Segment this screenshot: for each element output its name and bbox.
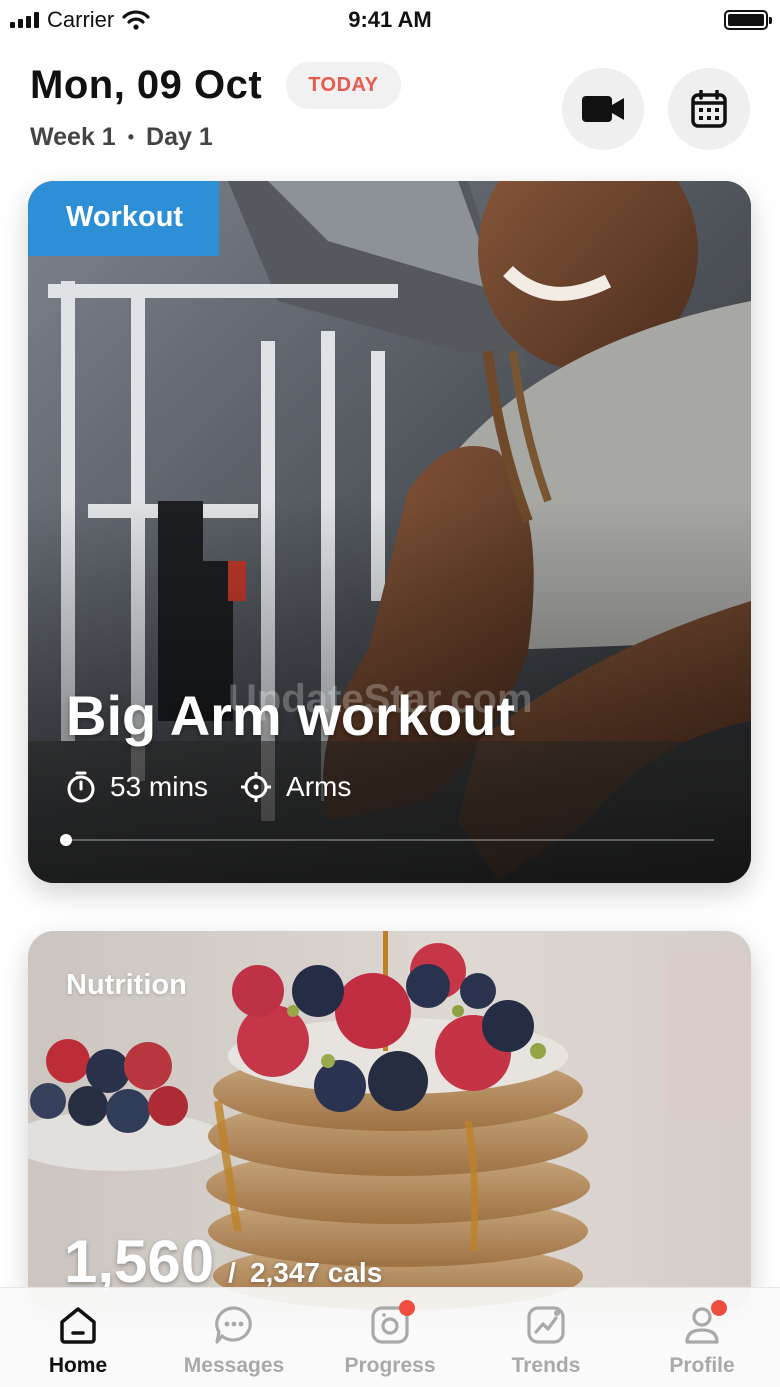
calendar-button[interactable] — [668, 68, 750, 150]
calories-summary: 1,560 / 2,347 cals — [64, 1227, 382, 1296]
week-label: Week 1 — [30, 123, 116, 151]
calories-consumed: 1,560 — [64, 1228, 215, 1295]
tab-messages[interactable]: Messages — [156, 1304, 312, 1378]
target-icon — [241, 772, 272, 802]
notification-dot — [399, 1300, 415, 1316]
day-label: Day 1 — [146, 123, 213, 151]
carrier-label: Carrier — [47, 7, 115, 32]
separator-dot: • — [127, 127, 135, 147]
trends-icon — [527, 1306, 565, 1344]
tab-home-label: Home — [48, 1354, 108, 1377]
nutrition-tag: Nutrition — [66, 969, 187, 1001]
today-badge[interactable]: TODAY — [286, 62, 401, 109]
tab-home[interactable]: Home — [0, 1304, 156, 1378]
workout-title: Big Arm workout — [66, 684, 516, 747]
calories-separator: / — [228, 1257, 236, 1288]
video-button[interactable] — [562, 68, 644, 150]
calories-total: 2,347 cals — [249, 1257, 383, 1288]
signal-icon — [10, 12, 39, 28]
stopwatch-icon — [67, 771, 95, 803]
battery-icon — [724, 10, 772, 30]
tab-progress[interactable]: Progress — [312, 1300, 468, 1378]
workout-target: Arms — [286, 771, 352, 802]
workout-tag: Workout — [28, 181, 220, 256]
workout-card[interactable]: Workout Big Arm workout UpdateStar.com 5… — [28, 181, 751, 883]
workout-meta: 53 mins Arms — [66, 771, 351, 803]
workout-duration: 53 mins — [110, 771, 209, 802]
tab-trends[interactable]: Trends — [468, 1304, 624, 1378]
nutrition-card[interactable]: Nutrition 1,560 / 2,347 cals — [28, 931, 751, 1311]
calendar-icon — [691, 90, 727, 128]
video-camera-icon — [582, 96, 624, 122]
notification-dot — [711, 1300, 727, 1316]
tab-profile-label: Profile — [669, 1354, 735, 1377]
status-bar: Carrier 9:41 AM — [0, 0, 780, 40]
tab-bar: Home Messages Progress Trends Profile — [0, 1287, 780, 1387]
header: Mon, 09 Oct TODAY Week 1 • Day 1 — [30, 62, 750, 162]
workout-progress — [60, 834, 714, 846]
messages-icon — [215, 1306, 252, 1344]
wifi-icon — [122, 10, 150, 30]
progress-indicator — [60, 834, 72, 846]
page-title: Mon, 09 Oct — [30, 63, 263, 107]
home-icon — [60, 1307, 96, 1344]
tab-trends-label: Trends — [511, 1354, 581, 1377]
tab-messages-label: Messages — [183, 1354, 285, 1377]
tab-progress-label: Progress — [344, 1354, 436, 1377]
tab-profile[interactable]: Profile — [624, 1300, 780, 1378]
